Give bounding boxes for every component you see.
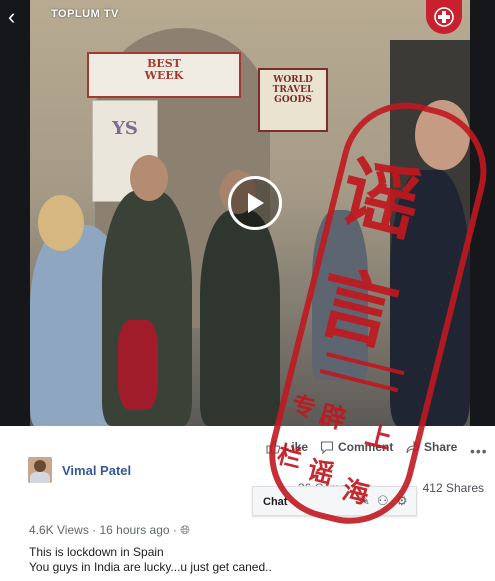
play-button[interactable]: [228, 176, 282, 230]
chat-bar[interactable]: Chat ✎ ⚇ ⚙: [252, 486, 417, 516]
person-head: [38, 195, 84, 251]
shares-count[interactable]: 412 Shares: [423, 481, 484, 495]
red-bag: [118, 320, 158, 410]
person-officer-2: [200, 210, 280, 426]
post-time[interactable]: 16 hours ago: [100, 523, 170, 537]
more-dots-icon[interactable]: •••: [470, 443, 488, 459]
person-man-right: [390, 170, 470, 426]
video-brand-watermark: TOPLUM TV: [51, 8, 119, 20]
shop-sign-text: YS: [112, 118, 138, 139]
comment-label: Comment: [338, 440, 394, 454]
thumbs-up-icon: [266, 440, 280, 454]
person-bystander: [312, 210, 368, 380]
share-button[interactable]: Share: [406, 440, 457, 454]
like-label: Like: [284, 440, 309, 454]
person-head: [415, 100, 470, 170]
shop-sign-best: BEST WEEK: [87, 52, 241, 98]
caption-line: This is lockdown in Spain: [29, 545, 164, 559]
video-player[interactable]: BEST WEEK WORLD TRAVEL GOODS YS ‹ TOPLUM…: [0, 0, 495, 426]
views-count: 4.6K Views: [29, 523, 89, 537]
share-label: Share: [424, 440, 458, 454]
chevron-left-icon[interactable]: ‹: [8, 6, 24, 28]
post-author: Vimal Patel: [28, 455, 131, 485]
like-button[interactable]: Like: [266, 440, 308, 454]
shop-sign-text: BEST WEEK: [144, 57, 184, 83]
post-caption: This is lockdown in Spain You guys in In…: [29, 545, 272, 575]
person-head: [130, 155, 168, 201]
avatar[interactable]: [28, 457, 52, 483]
chat-label: Chat: [263, 496, 288, 508]
gear-icon[interactable]: ⚙: [396, 493, 408, 509]
meta-separator: ·: [92, 523, 100, 537]
play-icon: [248, 193, 264, 213]
globe-icon: 🌐︎: [180, 523, 190, 537]
group-icon[interactable]: ⚇: [377, 493, 389, 509]
comment-icon: [320, 441, 334, 454]
shop-sign-text: WORLD TRAVEL GOODS: [272, 75, 314, 105]
comment-button[interactable]: Comment: [320, 440, 393, 454]
caption-line: You guys in India are lucky...u just get…: [29, 560, 272, 574]
author-name[interactable]: Vimal Patel: [62, 463, 131, 478]
post-meta: 4.6K Views · 16 hours ago · 🌐︎: [29, 523, 190, 538]
shop-sign-travel: WORLD TRAVEL GOODS: [258, 68, 328, 132]
share-arrow-icon: [406, 440, 420, 454]
compose-icon[interactable]: ✎: [359, 493, 370, 509]
